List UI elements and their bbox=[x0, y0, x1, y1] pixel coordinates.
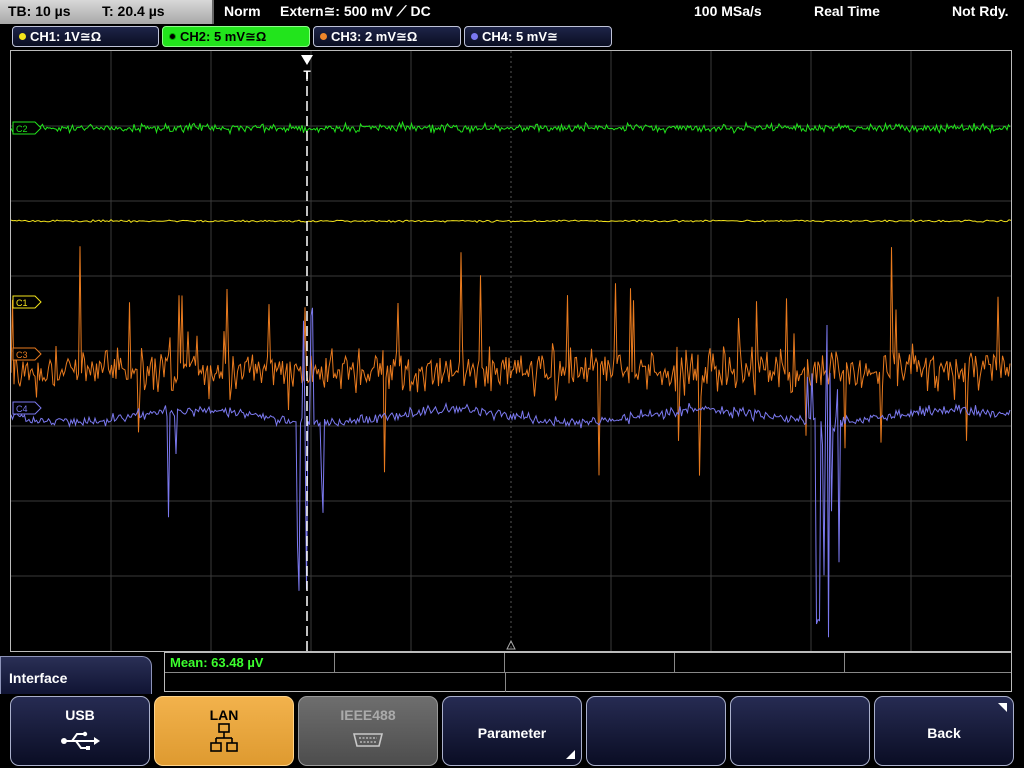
acquisition-status: Not Rdy. bbox=[952, 3, 1009, 19]
channel-tab-ch1[interactable]: CH1: 1V≅Ω bbox=[12, 26, 159, 47]
ch4-marker-label: C4 bbox=[16, 404, 28, 414]
ch4-label: CH4: 5 mV≅ bbox=[482, 29, 558, 44]
ch4-dot-icon bbox=[471, 33, 478, 40]
measurement-cell-3 bbox=[505, 653, 675, 672]
ch2-offset-marker[interactable]: C2 bbox=[12, 121, 42, 135]
trigger-mode[interactable]: Norm bbox=[224, 3, 261, 19]
ch3-dot-icon bbox=[320, 33, 327, 40]
softkey-bar: USB LAN IEEE488 Parameter Back bbox=[0, 694, 1024, 768]
channel-tabs: CH1: 1V≅Ω CH2: 5 mV≅Ω CH3: 2 mV≅Ω CH4: 5… bbox=[0, 26, 1024, 48]
submenu-indicator-icon bbox=[566, 750, 575, 759]
gpib-connector-icon bbox=[353, 733, 383, 747]
channel-tab-ch3[interactable]: CH3: 2 mV≅Ω bbox=[313, 26, 461, 47]
waveform-display[interactable]: T C2 C1 C3 C4 bbox=[10, 50, 1012, 652]
graticule bbox=[11, 51, 1011, 651]
ch3-label: CH3: 2 mV≅Ω bbox=[331, 29, 418, 44]
menu-close-indicator-icon bbox=[998, 703, 1007, 712]
menu-title-tab: Interface bbox=[0, 656, 152, 698]
status-bar: TB: 10 µs T: 20.4 µs Norm Extern≅: 500 m… bbox=[0, 0, 1024, 24]
parameter-button-label: Parameter bbox=[477, 725, 547, 741]
measurement-divider-vertical bbox=[505, 672, 506, 692]
traces bbox=[11, 120, 1011, 638]
measurement-divider bbox=[165, 672, 1011, 673]
trigger-source[interactable]: Extern≅: 500 mV ⟋ DC bbox=[280, 3, 431, 20]
measurement-panel[interactable]: Mean: 63.48 µV bbox=[164, 652, 1012, 692]
acquisition-mode[interactable]: Real Time bbox=[814, 3, 880, 19]
ch2-marker-label: C2 bbox=[16, 124, 28, 134]
ieee488-button[interactable]: IEEE488 bbox=[298, 696, 438, 766]
lan-button[interactable]: LAN bbox=[154, 696, 294, 766]
timebase-readout: TB: 10 µs bbox=[8, 3, 71, 19]
ieee488-button-label: IEEE488 bbox=[340, 707, 396, 723]
timebase-box[interactable]: TB: 10 µs T: 20.4 µs bbox=[0, 0, 214, 24]
lan-button-label: LAN bbox=[209, 707, 239, 723]
measurement-cell-1: Mean: 63.48 µV bbox=[165, 653, 335, 672]
usb-icon bbox=[61, 731, 100, 750]
parameter-button[interactable]: Parameter bbox=[442, 696, 582, 766]
back-button-label: Back bbox=[927, 725, 961, 741]
ch1-marker-label: C1 bbox=[16, 298, 28, 308]
usb-button[interactable]: USB bbox=[10, 696, 150, 766]
empty-softkey-5[interactable] bbox=[586, 696, 726, 766]
trigger-marker-label: T bbox=[303, 68, 311, 82]
ch2-label: CH2: 5 mV≅Ω bbox=[180, 29, 267, 44]
channel-tab-ch2[interactable]: CH2: 5 mV≅Ω bbox=[162, 26, 310, 47]
ch2-dot-icon bbox=[169, 33, 176, 40]
ch3-marker-label: C3 bbox=[16, 350, 28, 360]
channel-tab-ch4[interactable]: CH4: 5 mV≅ bbox=[464, 26, 612, 47]
ch1-offset-marker[interactable]: C1 bbox=[12, 295, 42, 309]
ch4-offset-marker[interactable]: C4 bbox=[12, 401, 42, 415]
measurement-cell-4 bbox=[675, 653, 845, 672]
ch3-offset-marker[interactable]: C3 bbox=[12, 347, 42, 361]
measurement-cell-2 bbox=[335, 653, 505, 672]
ch1-label: CH1: 1V≅Ω bbox=[30, 29, 102, 44]
mean-measurement: Mean: 63.48 µV bbox=[170, 655, 264, 670]
usb-button-label: USB bbox=[65, 707, 95, 723]
waveform-canvas: T C2 C1 C3 C4 bbox=[11, 51, 1011, 651]
trigger-time-readout: T: 20.4 µs bbox=[102, 3, 165, 19]
lan-icon bbox=[210, 723, 238, 752]
menu-title: Interface bbox=[9, 670, 68, 686]
ch1-dot-icon bbox=[19, 33, 26, 40]
back-button[interactable]: Back bbox=[874, 696, 1014, 766]
sample-rate: 100 MSa/s bbox=[694, 3, 762, 19]
empty-softkey-6[interactable] bbox=[730, 696, 870, 766]
